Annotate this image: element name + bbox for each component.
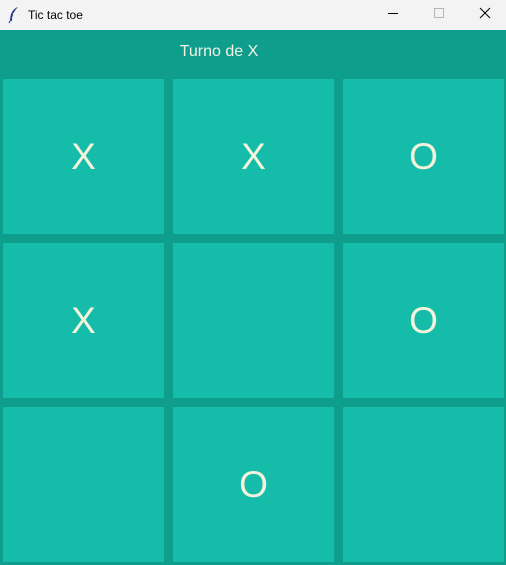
minimize-icon — [387, 6, 399, 24]
app-window: Tic tac toe Turno de X X X O X O O — [0, 0, 506, 565]
board-cell-2-2[interactable] — [173, 243, 334, 398]
board-cell-1-3[interactable]: O — [343, 79, 504, 234]
board-cell-1-1[interactable]: X — [3, 79, 164, 234]
maximize-icon — [433, 6, 445, 24]
board-cell-2-3[interactable]: O — [343, 243, 504, 398]
board-cell-3-3[interactable] — [343, 407, 504, 562]
window-title: Tic tac toe — [28, 8, 83, 22]
board-cell-3-1[interactable] — [3, 407, 164, 562]
turn-status: Turno de X — [179, 43, 259, 60]
board-cell-1-2[interactable]: X — [173, 79, 334, 234]
maximize-button[interactable] — [416, 0, 462, 30]
game-board: X X O X O O — [0, 76, 506, 565]
title-bar: Tic tac toe — [0, 0, 506, 30]
board-cell-3-2[interactable]: O — [173, 407, 334, 562]
feather-icon — [7, 6, 21, 24]
board-cell-2-1[interactable]: X — [3, 243, 164, 398]
close-button[interactable] — [462, 0, 506, 30]
minimize-button[interactable] — [370, 0, 416, 30]
close-icon — [479, 6, 491, 24]
